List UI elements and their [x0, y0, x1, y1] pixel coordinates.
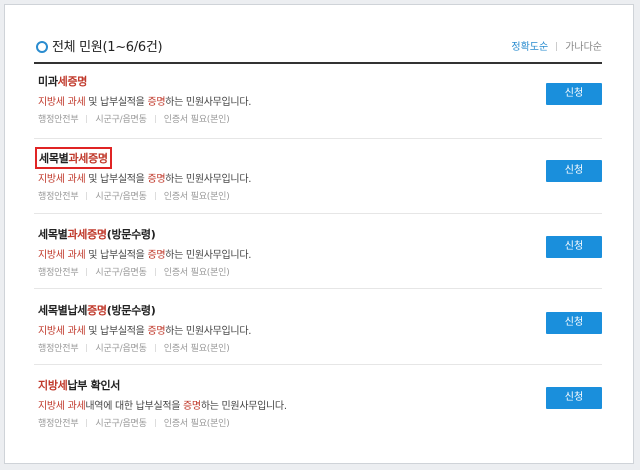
meta-divider [154, 192, 156, 200]
meta-certificate: 인증서 필요(본인) [163, 192, 230, 202]
item-name-suffix: (방문수령) [106, 228, 156, 241]
meta-office: 시군구/읍면동 [95, 344, 147, 354]
bullet-icon [36, 41, 48, 53]
item-description: 지방세 과세내역에 대한 납부실적을 증명하는 민원사무입니다. [38, 397, 287, 412]
meta-office: 시군구/읍면동 [95, 268, 147, 278]
sort-divider [556, 42, 558, 51]
item-name-suffix: 납부 확인서 [67, 379, 121, 392]
item-description: 지방세 과세 및 납부실적을 증명하는 민원사무입니다. [38, 93, 251, 108]
desc-highlight: 증명 [147, 97, 166, 108]
desc-highlight: 지방세 과세 [38, 326, 86, 337]
result-header: 전체 민원(1~6/6건) 정확도순 가나다순 [34, 36, 602, 64]
meta-organization: 행정안전부 [38, 344, 79, 354]
item-name-highlight: 지방세 [38, 379, 68, 392]
item-name-link[interactable]: 세목별과세증명 [35, 147, 112, 169]
meta-divider [154, 115, 156, 123]
meta-office: 시군구/읍면동 [95, 419, 147, 429]
meta-divider [86, 268, 88, 276]
meta-organization: 행정안전부 [38, 419, 79, 429]
apply-button[interactable]: 신청 [546, 312, 602, 334]
sort-accuracy-link[interactable]: 정확도순 [511, 42, 548, 53]
desc-highlight: 증명 [147, 326, 166, 337]
list-item: 미과세증명 지방세 과세 및 납부실적을 증명하는 민원사무입니다. 행정안전부… [38, 73, 602, 143]
item-name-link[interactable]: 세목별납세증명(방문수령) [38, 302, 156, 318]
desc-highlight: 증명 [183, 401, 201, 412]
apply-button[interactable]: 신청 [546, 387, 602, 409]
item-meta: 행정안전부 시군구/읍면동 인증서 필요(본인) [38, 416, 230, 429]
sort-options: 정확도순 가나다순 [511, 38, 602, 53]
desc-highlight: 지방세 과세 [38, 401, 86, 412]
item-name-link[interactable]: 지방세납부 확인서 [38, 377, 120, 393]
apply-button[interactable]: 신청 [546, 236, 602, 258]
meta-divider [154, 419, 156, 427]
item-meta: 행정안전부 시군구/읍면동 인증서 필요(본인) [38, 112, 230, 125]
list-item: 세목별납세증명(방문수령) 지방세 과세 및 납부실적을 증명하는 민원사무입니… [38, 302, 602, 372]
sort-alphabetical-link[interactable]: 가나다순 [565, 42, 602, 53]
desc-highlight: 증명 [147, 250, 166, 261]
desc-text: 하는 민원사무입니다. [165, 97, 252, 108]
meta-certificate: 인증서 필요(본인) [163, 268, 230, 278]
item-description: 지방세 과세 및 납부실적을 증명하는 민원사무입니다. [38, 170, 251, 185]
item-meta: 행정안전부 시군구/읍면동 인증서 필요(본인) [38, 341, 230, 354]
meta-organization: 행정안전부 [38, 192, 79, 202]
meta-certificate: 인증서 필요(본인) [163, 344, 230, 354]
desc-highlight: 지방세 과세 [38, 97, 86, 108]
apply-button[interactable]: 신청 [546, 160, 602, 182]
desc-highlight: 증명 [147, 174, 166, 185]
item-name-link[interactable]: 세목별과세증명(방문수령) [38, 226, 156, 242]
item-name-highlight: 과세증명 [68, 152, 108, 165]
item-name-text: 세목별납세 [38, 304, 88, 317]
meta-certificate: 인증서 필요(본인) [163, 419, 230, 429]
item-name-highlight: 증명 [87, 304, 107, 317]
header-divider [34, 62, 602, 64]
desc-text: 및 납부실적을 [85, 326, 148, 337]
item-divider [34, 288, 602, 289]
meta-divider [154, 344, 156, 352]
item-meta: 행정안전부 시군구/읍면동 인증서 필요(본인) [38, 189, 230, 202]
desc-text: 하는 민원사무입니다. [200, 401, 287, 412]
item-name-text: 세목별 [38, 228, 68, 241]
item-name-highlight: 과세증명 [67, 228, 107, 241]
desc-text: 및 납부실적을 [85, 250, 148, 261]
meta-organization: 행정안전부 [38, 115, 79, 125]
meta-divider [86, 192, 88, 200]
meta-certificate: 인증서 필요(본인) [163, 115, 230, 125]
meta-divider [86, 115, 88, 123]
desc-text: 내역에 대한 납부실적을 [85, 401, 184, 412]
meta-office: 시군구/읍면동 [95, 115, 147, 125]
item-name-link[interactable]: 미과세증명 [38, 73, 87, 89]
desc-text: 하는 민원사무입니다. [165, 174, 252, 185]
item-description: 지방세 과세 및 납부실적을 증명하는 민원사무입니다. [38, 246, 251, 261]
desc-highlight: 지방세 과세 [38, 174, 86, 185]
list-item: 세목별과세증명(방문수령) 지방세 과세 및 납부실적을 증명하는 민원사무입니… [38, 226, 602, 296]
meta-organization: 행정안전부 [38, 268, 79, 278]
meta-divider [86, 419, 88, 427]
item-divider [34, 213, 602, 214]
desc-text: 하는 민원사무입니다. [165, 250, 252, 261]
desc-text: 및 납부실적을 [85, 174, 148, 185]
apply-button[interactable]: 신청 [546, 83, 602, 105]
meta-divider [86, 344, 88, 352]
list-item: 세목별과세증명 지방세 과세 및 납부실적을 증명하는 민원사무입니다. 행정안… [35, 147, 602, 220]
item-name-text: 미과 [38, 75, 58, 88]
desc-highlight: 지방세 과세 [38, 250, 86, 261]
meta-divider [154, 268, 156, 276]
item-name-text: 세목별 [39, 152, 69, 165]
item-name-suffix: (방문수령) [106, 304, 156, 317]
meta-office: 시군구/읍면동 [95, 192, 147, 202]
item-divider [34, 364, 602, 365]
item-divider [34, 138, 602, 139]
desc-text: 하는 민원사무입니다. [165, 326, 252, 337]
result-count-title: 전체 민원(1~6/6건) [52, 40, 163, 55]
item-name-highlight: 세증명 [57, 75, 88, 88]
item-description: 지방세 과세 및 납부실적을 증명하는 민원사무입니다. [38, 322, 251, 337]
desc-text: 및 납부실적을 [85, 97, 148, 108]
list-item: 지방세납부 확인서 지방세 과세내역에 대한 납부실적을 증명하는 민원사무입니… [38, 377, 602, 447]
item-meta: 행정안전부 시군구/읍면동 인증서 필요(본인) [38, 265, 230, 278]
